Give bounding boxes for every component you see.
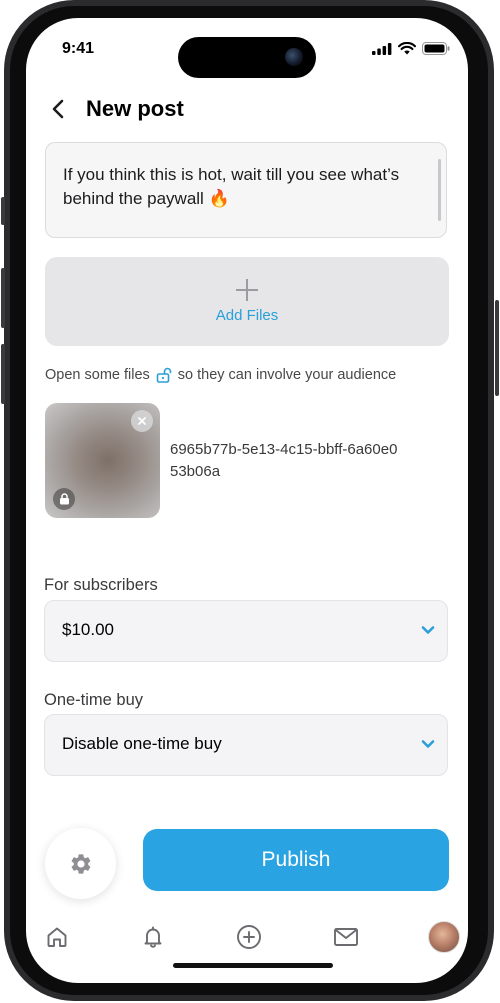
remove-attachment-button[interactable] bbox=[131, 410, 153, 432]
avatar[interactable] bbox=[428, 921, 460, 953]
mail-icon bbox=[334, 928, 358, 946]
hint-text-end: so they can involve your audience bbox=[177, 367, 397, 383]
settings-button[interactable] bbox=[45, 828, 116, 899]
caption-text: If you think this is hot, wait till you … bbox=[63, 165, 400, 208]
add-files-label: Add Files bbox=[215, 307, 279, 324]
tab-notifications[interactable] bbox=[138, 922, 168, 952]
one-time-buy-label: One-time buy bbox=[44, 691, 144, 709]
silent-switch bbox=[1, 197, 5, 225]
caption-input[interactable]: If you think this is hot, wait till you … bbox=[45, 142, 447, 238]
hint-text-start: Open some files bbox=[45, 367, 150, 383]
tab-messages[interactable] bbox=[331, 922, 361, 952]
tab-home[interactable] bbox=[42, 922, 72, 952]
signal-icon bbox=[372, 42, 392, 55]
camera-icon bbox=[285, 48, 303, 66]
volume-down-button bbox=[1, 344, 5, 404]
bell-icon bbox=[144, 926, 162, 948]
dynamic-island bbox=[178, 37, 316, 78]
attachment-thumbnail[interactable] bbox=[45, 403, 160, 518]
one-time-buy-value: Disable one-time buy bbox=[62, 734, 222, 753]
chevron-left-icon bbox=[52, 99, 64, 119]
bottom-tab-bar bbox=[26, 918, 468, 962]
home-indicator bbox=[173, 963, 333, 968]
chevron-down-icon bbox=[421, 740, 435, 748]
open-files-hint: Open some files so they can involve your… bbox=[45, 367, 396, 383]
power-button bbox=[495, 300, 499, 396]
add-files-button[interactable]: Add Files bbox=[45, 257, 449, 346]
gear-icon bbox=[71, 853, 90, 874]
subscribers-price-select[interactable]: $10.00 bbox=[44, 600, 448, 662]
chevron-down-icon bbox=[421, 626, 435, 634]
back-button[interactable] bbox=[48, 97, 68, 121]
unlock-icon bbox=[156, 367, 172, 383]
status-icons bbox=[372, 42, 450, 55]
battery-icon bbox=[422, 42, 450, 55]
wifi-icon bbox=[398, 42, 416, 55]
subscribers-label: For subscribers bbox=[44, 576, 158, 594]
lock-icon bbox=[53, 488, 75, 510]
status-time: 9:41 bbox=[62, 40, 95, 57]
one-time-buy-select[interactable]: Disable one-time buy bbox=[44, 714, 448, 776]
publish-button[interactable]: Publish bbox=[143, 829, 449, 891]
home-icon bbox=[47, 927, 67, 947]
screen: 9:41 New post If you think this is hot, bbox=[26, 18, 468, 983]
page-title: New post bbox=[86, 96, 184, 121]
tab-create[interactable] bbox=[234, 922, 264, 952]
close-icon bbox=[138, 417, 146, 425]
subscribers-price-value: $10.00 bbox=[62, 620, 114, 639]
attachment-filename: 6965b77b-5e13-4c15-bbff-6a60e053b06a bbox=[170, 441, 398, 480]
header: New post bbox=[48, 96, 184, 122]
volume-up-button bbox=[1, 268, 5, 328]
add-circle-icon bbox=[237, 925, 261, 949]
caption-scrollbar[interactable] bbox=[438, 159, 441, 221]
plus-icon bbox=[236, 279, 258, 301]
